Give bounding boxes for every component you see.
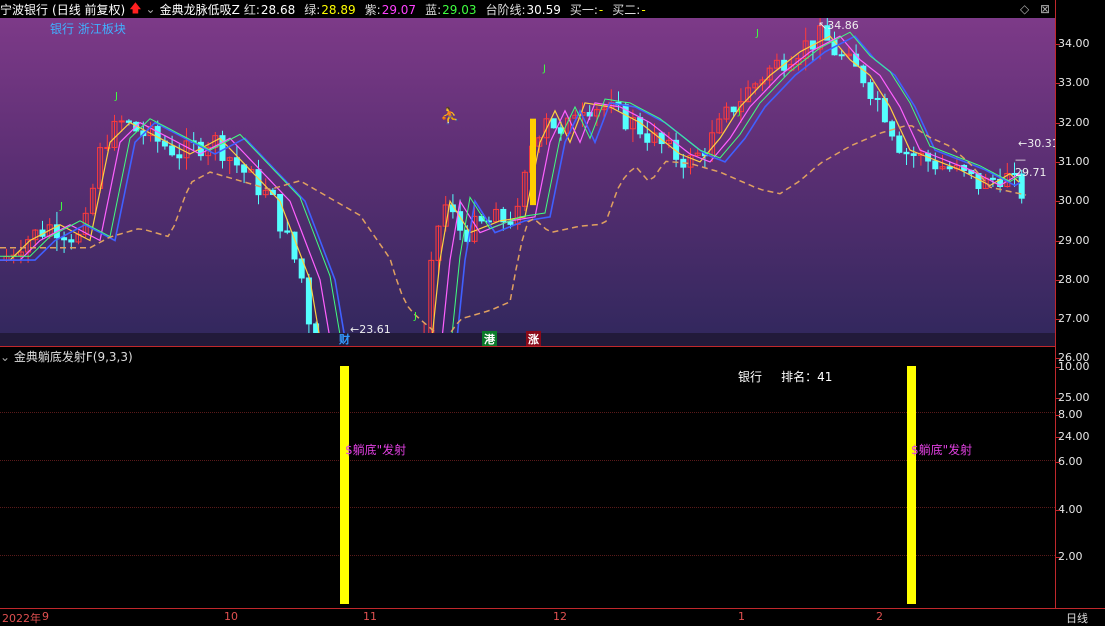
event-strip: 财 港 涨 <box>0 331 1055 347</box>
price-tick: 30.00 <box>1058 194 1090 208</box>
candle-body <box>176 154 183 159</box>
candle-body <box>903 151 910 155</box>
price-chart-panel[interactable]: JJJJJJJ 银行 浙江板块 ↖34.86 ←23.61 ←30.31 —29… <box>0 18 1059 336</box>
j-marker: J <box>114 91 118 102</box>
candle-body <box>910 153 917 156</box>
period-button[interactable]: 日线 <box>1066 610 1088 626</box>
j-marker: J <box>59 201 63 212</box>
indicator-values: 红:28.68 绿:28.89 紫:29.07 蓝:29.03 台阶线:30.59 买一:… <box>244 1 655 18</box>
candle-body <box>932 160 939 170</box>
candle-body <box>284 230 291 233</box>
candle-body <box>154 126 161 142</box>
candle-body <box>838 54 845 57</box>
indicator-tick: 2.00 <box>1058 550 1083 563</box>
time-label-sep: 9 <box>42 610 49 623</box>
indicator-value: 红:28.68 <box>243 2 296 17</box>
indicator-tick: 10.00 <box>1058 360 1090 373</box>
period-label[interactable]: (日线 前复权) <box>52 1 125 18</box>
event-marker-gang[interactable]: 港 <box>482 331 497 347</box>
indicator-value: 买一:- <box>569 2 604 17</box>
candle-body <box>118 120 125 123</box>
price-tick: 25.00 <box>1058 390 1090 404</box>
indicator-value: 紫:29.07 <box>364 2 417 17</box>
candle-body <box>61 237 68 241</box>
indicator-value: 台阶线:30.59 <box>485 2 561 17</box>
breakout-candle <box>530 118 536 206</box>
event-marker-zhang[interactable]: 涨 <box>526 331 541 347</box>
price-tick: 28.00 <box>1058 272 1090 286</box>
indicator-name[interactable]: 金典龙脉低吸Z <box>160 1 240 18</box>
price-tick: 29.00 <box>1058 233 1090 247</box>
price-tick: 31.00 <box>1058 154 1090 168</box>
time-label-dec: 12 <box>553 610 567 623</box>
candle-body <box>946 166 953 170</box>
candlestick-chart[interactable]: JJJJJJJ <box>0 18 1055 333</box>
price-tick: 24.00 <box>1058 430 1090 443</box>
indicator-title[interactable]: ⌄ 金典躺底发射F(9,3,3) <box>0 348 133 365</box>
price-tick: 33.00 <box>1058 76 1090 90</box>
right-price-label-a: ←30.31 <box>1018 137 1059 150</box>
arrow-up-icon[interactable]: 🡅 <box>129 0 141 20</box>
candle-body <box>550 118 557 129</box>
signal-bar <box>340 366 349 604</box>
high-price-label: ↖34.86 <box>818 19 859 32</box>
j-marker: J <box>755 28 759 39</box>
step-line <box>0 124 1027 333</box>
moving-average-line <box>0 35 1021 333</box>
time-label-nov: 11 <box>363 610 377 623</box>
indicator-value: 蓝:29.03 <box>425 2 477 17</box>
price-tick: 34.00 <box>1058 37 1090 50</box>
time-label-feb: 2 <box>876 610 883 623</box>
time-label-year: 2022年 <box>2 612 41 625</box>
time-label-jan: 1 <box>738 610 745 623</box>
candle-body <box>169 145 176 156</box>
candle-body <box>867 82 874 99</box>
candle-body <box>233 157 240 166</box>
candle-body <box>989 177 996 180</box>
chevron-down-icon[interactable]: ⌄ <box>0 350 10 364</box>
candle-body <box>125 120 132 123</box>
candle-body <box>507 221 514 225</box>
moving-average-line <box>0 31 1021 333</box>
indicator-dropdown-icon[interactable]: ⌄ <box>146 2 156 16</box>
price-tick: 27.00 <box>1058 312 1090 326</box>
indicator-value: 绿:28.89 <box>304 2 356 17</box>
indicator-value: 买二:- <box>612 2 646 17</box>
right-price-label-b: —29.71 <box>1015 153 1047 179</box>
signal-bar <box>907 366 916 604</box>
candle-body <box>874 97 881 100</box>
moving-average-line <box>0 35 1021 333</box>
j-marker: J <box>737 107 741 118</box>
candle-body <box>68 239 75 243</box>
signal-label: $躺底"发射 <box>911 443 973 457</box>
candle-body <box>730 106 737 113</box>
indicator-tick: 8.00 <box>1058 407 1083 421</box>
stock-name[interactable]: 宁波银行 <box>0 1 48 18</box>
chart-header: 宁波银行 (日线 前复权) 🡅 ⌄ 金典龙脉低吸Z 红:28.68 绿:28.89… <box>0 0 1055 18</box>
candle-body <box>644 133 651 143</box>
indicator-tick: 4.00 <box>1058 502 1083 516</box>
j-marker: J <box>542 64 546 75</box>
candle-body <box>637 117 644 135</box>
sector-label[interactable]: 银行 浙江板块 <box>50 20 126 37</box>
rank-label: 银行 排名：41 <box>738 370 833 384</box>
candle-body <box>255 169 262 196</box>
time-axis: 2022年 9 10 11 12 1 2 日线 <box>0 608 1105 626</box>
indicator-panel[interactable]: ⌄ 金典躺底发射F(9,3,3) 银行 排名：41 $躺底"发射 $躺底"发射 <box>0 347 1055 605</box>
price-tick: 32.00 <box>1058 115 1090 129</box>
candle-body <box>896 135 903 153</box>
moving-average-line <box>0 35 1021 333</box>
j-marker: J <box>413 311 417 322</box>
signal-label: $躺底"发射 <box>345 443 407 457</box>
person-icon: ⛹ <box>440 106 460 125</box>
event-marker-cai[interactable]: 财 <box>337 331 352 347</box>
time-label-oct: 10 <box>224 610 238 623</box>
indicator-tick: 6.00 <box>1058 455 1083 468</box>
price-axis: 34.00 33.00 32.00 31.00 30.00 29.00 28.00 27.00… <box>1055 0 1105 608</box>
